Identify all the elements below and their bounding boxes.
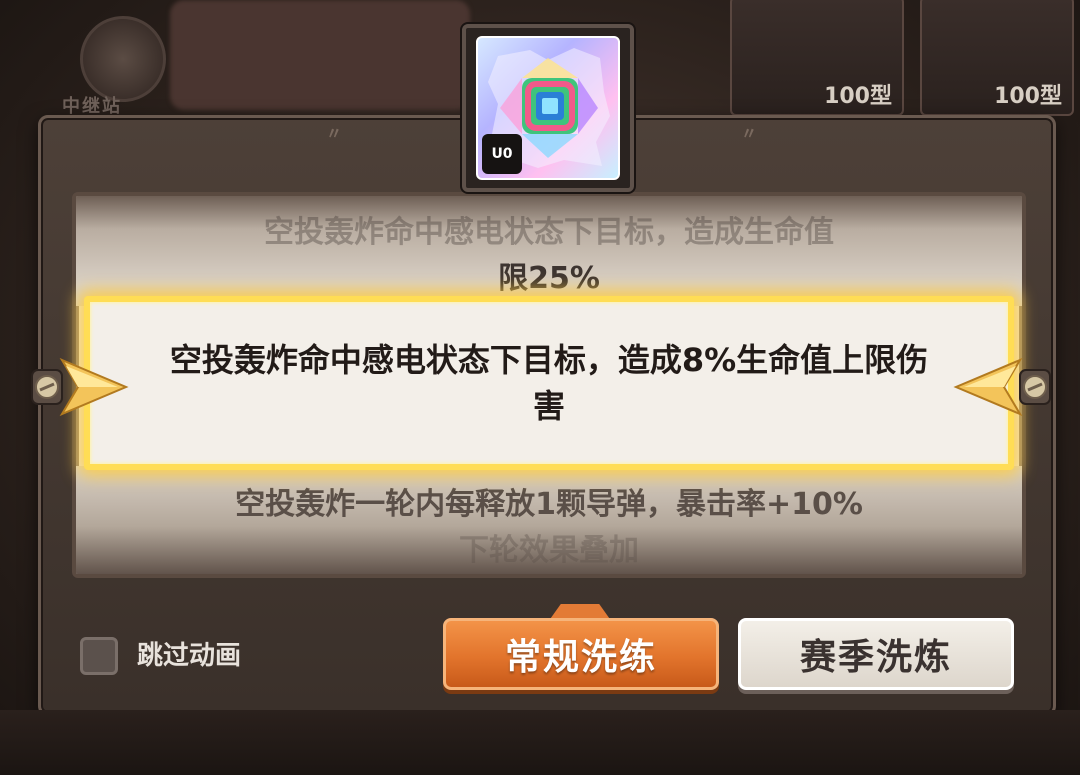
rainbow-gem-icon: U0 [476, 36, 620, 180]
background-item-card: 100型 [730, 0, 904, 116]
option-next[interactable]: 空投轰炸一轮内每释放1颗导弹，暴击率+10% 下轮效果叠加 [76, 482, 1022, 574]
option-next-line1: 空投轰炸一轮内每释放1颗导弹，暴击率+10% [235, 487, 863, 522]
skip-animation-checkbox[interactable] [80, 637, 118, 675]
background-card-quantity: 100型 [994, 84, 1062, 109]
normal-reroll-button[interactable]: 常规洗练 [443, 618, 719, 690]
background-card-quantity: 100型 [824, 84, 892, 109]
background-emblem-icon [80, 16, 166, 102]
background-figure [170, 0, 470, 110]
season-reroll-button[interactable]: 赛季洗炼 [738, 618, 1014, 690]
option-previous-line1: 空投轰炸命中感电状态下目标，造成生命值 [264, 215, 834, 250]
previous-arrow-button[interactable] [26, 352, 136, 422]
option-selected[interactable]: 空投轰炸命中感电状态下目标，造成8%生命值上限伤害 [84, 296, 1014, 470]
arrow-right-icon [953, 357, 1051, 417]
game-screen: 中继站 100型 100型 〃 〃 空投轰炸命中感电状态下目标，造成生命值 限2… [0, 0, 1080, 775]
panel-decor: 〃 [741, 124, 758, 143]
panel-decor: 〃 [326, 124, 343, 143]
background-bottom-strip [0, 710, 1080, 775]
next-arrow-button[interactable] [946, 352, 1056, 422]
item-icon-frame: U0 [462, 24, 634, 192]
arrow-left-icon [31, 357, 129, 417]
item-badge: U0 [482, 134, 522, 174]
option-next-line2: 下轮效果叠加 [459, 533, 639, 568]
option-previous[interactable]: 空投轰炸命中感电状态下目标，造成生命值 限25% [76, 210, 1022, 302]
option-selected-text: 空投轰炸命中感电状态下目标，造成8%生命值上限伤害 [169, 341, 929, 425]
skip-animation-label[interactable]: 跳过动画 [137, 638, 241, 674]
background-item-card: 100型 [920, 0, 1074, 116]
